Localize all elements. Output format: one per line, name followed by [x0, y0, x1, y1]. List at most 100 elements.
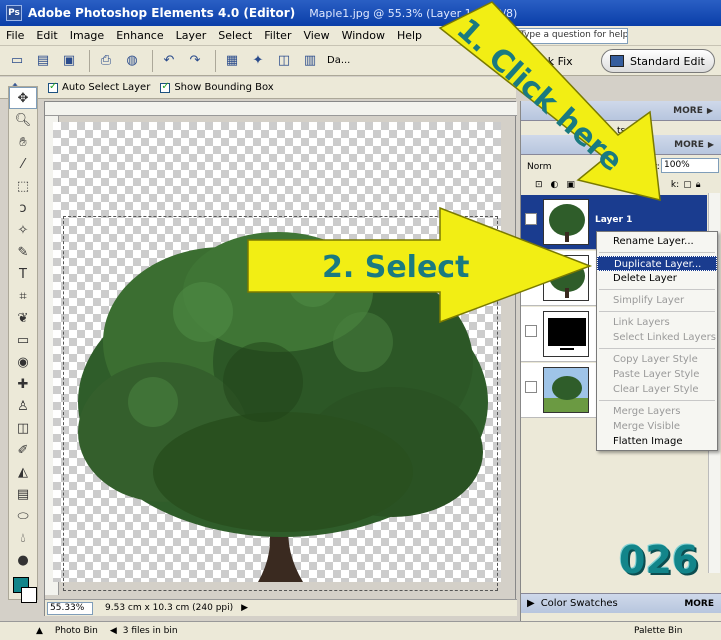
adjustment-layer-icon[interactable]: ◐	[551, 180, 559, 190]
lock-all-icon[interactable]: 🔒︎	[696, 180, 701, 190]
menu-enhance[interactable]: Enhance	[110, 29, 169, 42]
status-menu-arrow-icon[interactable]: ▶	[241, 603, 248, 613]
blur-tool-icon[interactable]: 💧︎	[9, 527, 37, 549]
organizer-icon[interactable]: ▦	[221, 50, 243, 72]
color-swatch-picker[interactable]	[9, 571, 37, 611]
document-dimensions: 9.53 cm x 10.3 cm (240 ppi)	[105, 603, 234, 613]
bin-bar: ▲ Photo Bin ◀ 3 files in bin Palette Bin	[0, 621, 721, 640]
menu-separator	[599, 252, 715, 253]
image-canvas[interactable]	[53, 122, 501, 591]
menu-help[interactable]: Help	[391, 29, 428, 42]
open-folder-icon[interactable]: ▤	[32, 50, 54, 72]
layer-thumbnail	[543, 311, 589, 357]
layers-palette-header[interactable]: MORE ▶	[521, 135, 721, 155]
new-file-icon[interactable]: ▭	[6, 50, 28, 72]
background-color[interactable]	[21, 587, 37, 603]
opacity-label: acity:	[635, 162, 660, 172]
photo-bin-toggle-icon[interactable]: ▲	[36, 626, 43, 636]
save-icon[interactable]: ▣	[58, 50, 80, 72]
menu-item-rename-layer[interactable]: Rename Layer...	[597, 234, 717, 249]
frame-number: 026	[619, 538, 699, 582]
type-tool-icon[interactable]: T	[9, 263, 37, 285]
marquee-tool-icon[interactable]: ⬚	[9, 175, 37, 197]
hand-tool-icon[interactable]: ✋︎	[9, 131, 37, 153]
bounding-box-label: Show Bounding Box	[174, 82, 274, 93]
visibility-eye-icon[interactable]	[525, 213, 537, 225]
menu-separator	[599, 289, 715, 290]
blend-mode-label[interactable]: Norm	[527, 162, 552, 172]
more-arrow-icon: ▶	[707, 140, 714, 149]
menu-image[interactable]: Image	[64, 29, 110, 42]
healing-brush-tool-icon[interactable]: ✚	[9, 373, 37, 395]
opacity-input[interactable]: 100%	[661, 158, 719, 173]
color-swatches-palette-header[interactable]: ▶ Color Swatches MORE	[521, 593, 721, 613]
status-bar: 55.33% 9.53 cm x 10.3 cm (240 ppi) ▶	[45, 599, 517, 616]
crop-tool-icon[interactable]: ⌗	[9, 285, 37, 307]
photo-bin-label[interactable]: Photo Bin	[55, 626, 98, 636]
more-menu-label[interactable]: MORE	[674, 140, 704, 150]
menu-item-select-linked-layers: Select Linked Layers	[613, 332, 716, 343]
lock-transparent-icon[interactable]: ▢	[683, 180, 692, 190]
horizontal-ruler	[45, 102, 517, 116]
more-menu-label[interactable]: MORE	[684, 599, 714, 609]
date-view-label[interactable]: Da...	[327, 55, 350, 66]
brush-tool-icon[interactable]: ✐	[9, 439, 37, 461]
shortcuts-toolbar: ▭ ▤ ▣ ⎙ ◍ ↶ ↷ ▦ ✦ ◫ ▥ Da... Quick Fix St…	[0, 46, 721, 76]
eraser-tool-icon[interactable]: ◫	[9, 417, 37, 439]
menu-item-flatten-image[interactable]: Flatten Image	[597, 434, 717, 449]
zoom-tool-icon[interactable]: 🔍︎	[9, 109, 37, 131]
zoom-level-field[interactable]: 55.33%	[47, 601, 93, 615]
menu-view[interactable]: View	[297, 29, 335, 42]
selection-brush-tool-icon[interactable]: ✎	[9, 241, 37, 263]
redo-icon[interactable]: ↷	[184, 50, 206, 72]
layer-name: Layer 1	[595, 215, 633, 225]
menu-item-duplicate-layer[interactable]: Duplicate Layer...	[597, 256, 717, 271]
menu-edit[interactable]: Edit	[30, 29, 63, 42]
show-bounding-box-checkbox[interactable]: Show Bounding Box	[160, 81, 274, 93]
standard-edit-label: Standard Edit	[630, 54, 705, 68]
menu-filter[interactable]: Filter	[258, 29, 297, 42]
visibility-eye-icon[interactable]	[525, 269, 537, 281]
eyedropper-tool-icon[interactable]: ⁄	[9, 153, 37, 175]
standard-edit-button[interactable]: Standard Edit	[601, 49, 715, 73]
more-menu-label[interactable]: MORE	[673, 106, 703, 116]
more-arrow-icon: ▶	[706, 106, 713, 115]
layer-context-menu: Rename Layer... Duplicate Layer... Delet…	[596, 231, 718, 451]
menu-layer[interactable]: Layer	[170, 29, 213, 42]
menu-file[interactable]: File	[0, 29, 30, 42]
menu-window[interactable]: Window	[336, 29, 391, 42]
cookie-cutter-tool-icon[interactable]: ❦	[9, 307, 37, 329]
undo-icon[interactable]: ↶	[158, 50, 180, 72]
gradient-tool-icon[interactable]: ▤	[9, 483, 37, 505]
auto-select-layer-checkbox[interactable]: Auto Select Layer	[48, 81, 150, 93]
palette-bin-label[interactable]: Palette Bin	[634, 626, 682, 636]
straighten-tool-icon[interactable]: ▭	[9, 329, 37, 351]
palette-header[interactable]: MORE ▶	[521, 101, 721, 121]
menu-item-delete-layer[interactable]: Delete Layer	[597, 271, 717, 286]
create-icon[interactable]: ✦	[247, 50, 269, 72]
magic-wand-tool-icon[interactable]: ✧	[9, 219, 37, 241]
menu-select[interactable]: Select	[212, 29, 258, 42]
print-icon[interactable]: ⎙	[95, 50, 117, 72]
shape-tool-icon[interactable]: ⬭	[9, 505, 37, 527]
bin-nav-icon[interactable]: ◀	[110, 626, 117, 636]
paint-bucket-tool-icon[interactable]: ◭	[9, 461, 37, 483]
visibility-eye-icon[interactable]	[525, 325, 537, 337]
delete-layer-icon[interactable]: ▣	[566, 180, 575, 190]
help-search-input[interactable]: Type a question for help	[516, 28, 628, 44]
date-view-icon[interactable]: ▥	[299, 50, 321, 72]
app-title: Adobe Photoshop Elements 4.0 (Editor)	[28, 6, 296, 20]
files-in-bin-label: 3 files in bin	[122, 626, 178, 636]
new-layer-icon[interactable]: ⊡	[535, 180, 543, 190]
lasso-tool-icon[interactable]: ↄ	[9, 197, 37, 219]
move-tool-icon[interactable]: ✥	[9, 87, 37, 109]
toolbar-separator	[215, 49, 216, 72]
sponge-tool-icon[interactable]: ●	[9, 549, 37, 571]
clone-stamp-tool-icon[interactable]: ♙	[9, 395, 37, 417]
photo-browser-icon[interactable]: ◫	[273, 50, 295, 72]
red-eye-tool-icon[interactable]: ◉	[9, 351, 37, 373]
lock-row: ⊡ ◐ ▣ k: ▢ 🔒︎	[521, 175, 717, 195]
online-services-icon[interactable]: ◍	[121, 50, 143, 72]
visibility-eye-icon[interactable]	[525, 381, 537, 393]
quick-fix-button[interactable]: Quick Fix	[519, 50, 589, 72]
